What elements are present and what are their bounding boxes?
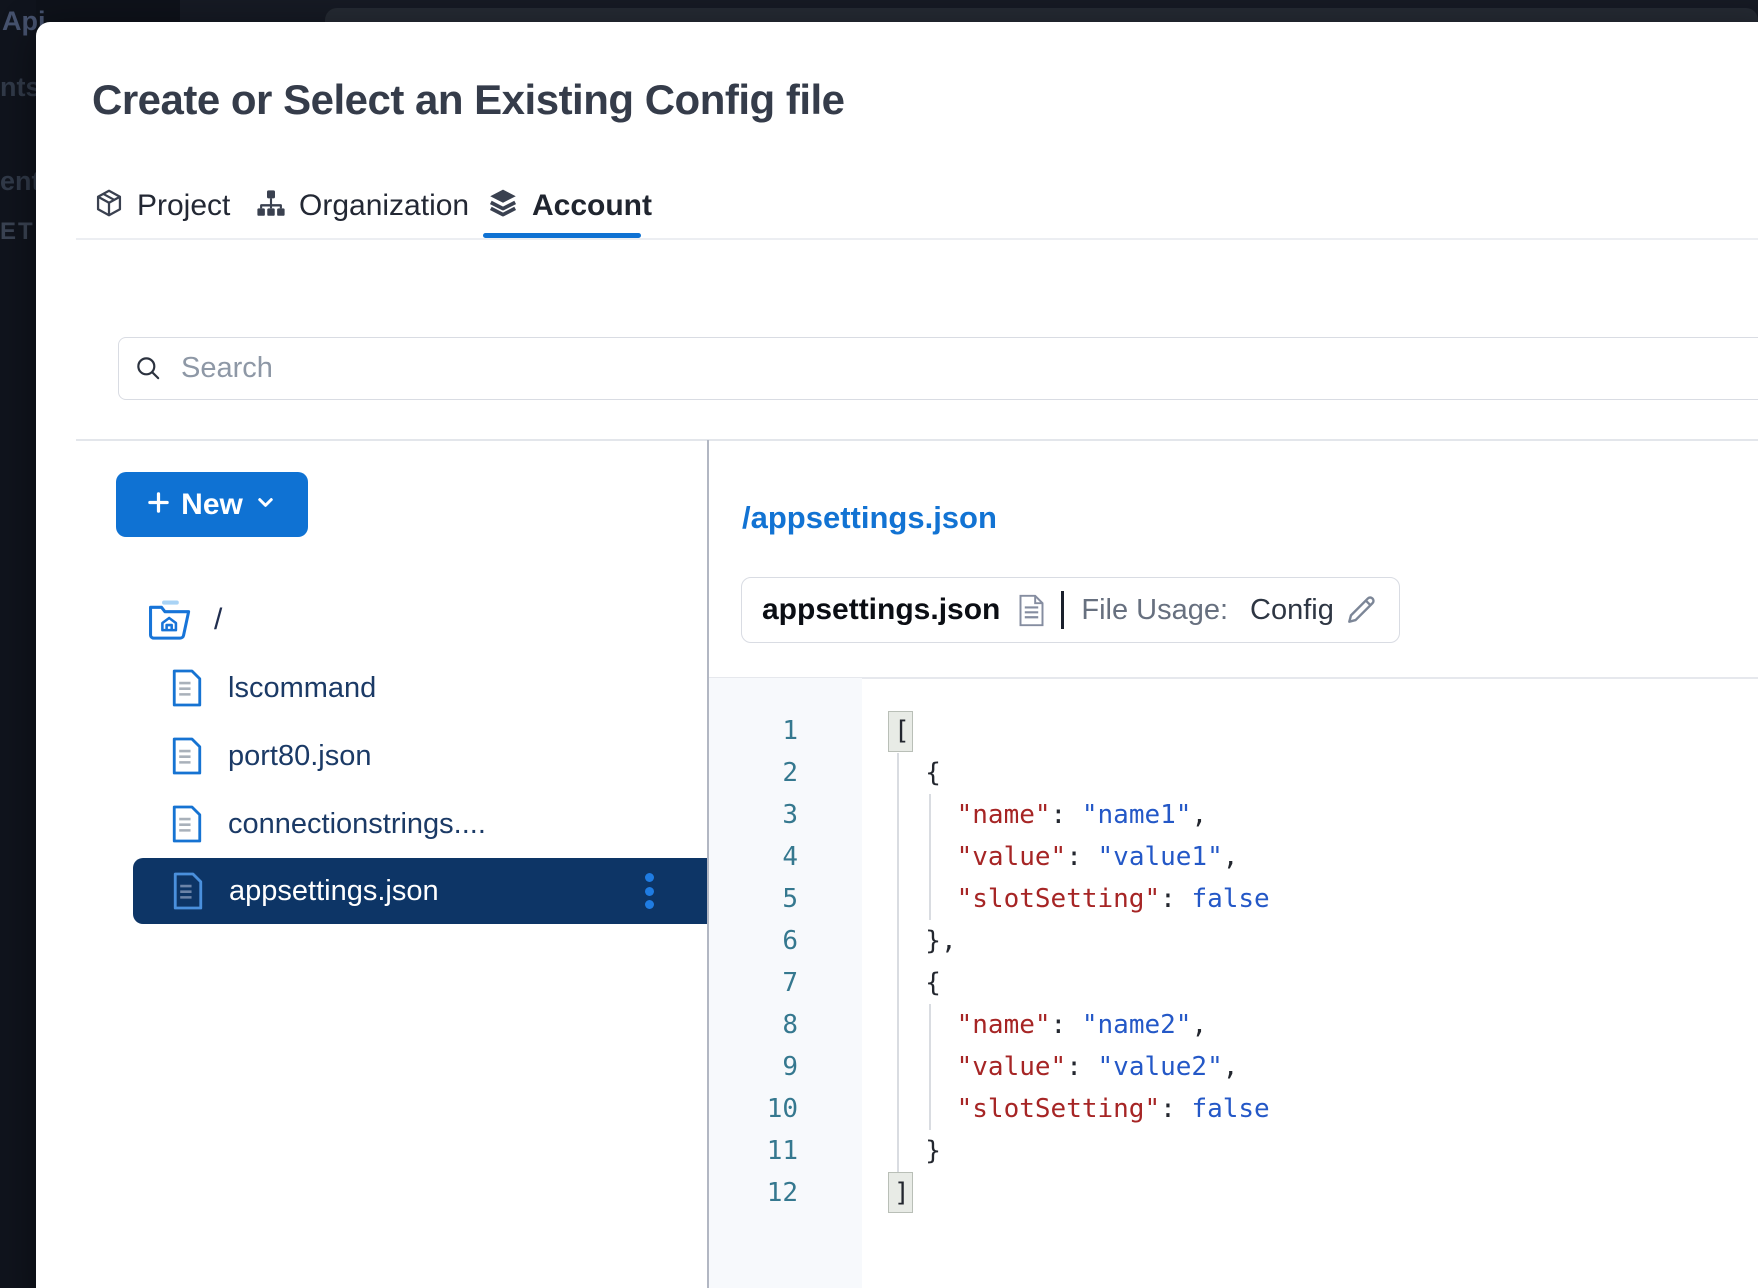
tree-file-port80-json[interactable]: port80.json <box>170 722 372 790</box>
open-folder-home-icon <box>148 600 192 640</box>
file-name: appsettings.json <box>762 593 1000 627</box>
line-number: 5 <box>709 878 798 920</box>
tab-project[interactable]: Project <box>93 183 230 228</box>
modal-title: Create or Select an Existing Config file <box>92 76 845 124</box>
search-icon <box>134 354 163 383</box>
code-line: "value": "value2", <box>894 1046 1270 1088</box>
plus-icon <box>147 491 170 519</box>
cube-icon <box>93 187 125 224</box>
editor-top-border <box>709 677 1758 679</box>
kebab-menu-icon[interactable] <box>639 858 659 924</box>
tree-root-label: / <box>214 603 222 637</box>
chevron-down-icon <box>254 491 277 519</box>
line-number: 11 <box>709 1130 798 1172</box>
file-icon <box>170 804 204 844</box>
active-tab-underline <box>483 233 641 238</box>
code-line: } <box>894 1130 1270 1172</box>
file-usage-value: Config <box>1250 594 1334 627</box>
code-line: "slotSetting": false <box>894 878 1270 920</box>
tab-project-label: Project <box>137 189 230 223</box>
layers-icon <box>486 186 520 225</box>
line-number: 4 <box>709 836 798 878</box>
edit-pencil-icon[interactable] <box>1343 592 1379 628</box>
screen: Api nts ents ET Create or Select an Exis… <box>0 0 1758 1288</box>
sidebar-fragment: nts <box>0 72 41 103</box>
code-line: { <box>894 752 1270 794</box>
line-number: 12 <box>709 1172 798 1214</box>
tab-organization-label: Organization <box>299 189 469 223</box>
tree-file-appsettings-json-selected[interactable]: appsettings.json <box>133 858 707 924</box>
file-icon <box>170 736 204 776</box>
code-line: "value": "value1", <box>894 836 1270 878</box>
tree-file-label: connectionstrings.... <box>228 808 486 841</box>
tree-file-label: appsettings.json <box>229 875 439 908</box>
tree-file-connectionstrings-[interactable]: connectionstrings.... <box>170 790 486 858</box>
new-button-label: New <box>181 488 243 522</box>
code-line: [ <box>894 710 1270 752</box>
content-divider <box>76 439 1758 441</box>
tab-account[interactable]: Account <box>486 183 652 228</box>
line-number: 8 <box>709 1004 798 1046</box>
separator <box>1061 591 1064 629</box>
document-icon <box>1018 594 1045 627</box>
code-line: "name": "name1", <box>894 794 1270 836</box>
tab-account-label: Account <box>532 189 652 223</box>
tab-organization[interactable]: Organization <box>255 183 469 228</box>
line-number: 1 <box>709 710 798 752</box>
file-icon <box>171 871 205 911</box>
tabs-divider <box>76 238 1758 240</box>
tree-file-lscommand[interactable]: lscommand <box>170 654 376 722</box>
line-number: 6 <box>709 920 798 962</box>
line-number: 7 <box>709 962 798 1004</box>
search-input[interactable] <box>179 351 1758 386</box>
line-number: 2 <box>709 752 798 794</box>
tree-root-folder[interactable]: / <box>148 586 222 654</box>
file-usage-label: File Usage: <box>1081 594 1228 627</box>
new-button[interactable]: New <box>116 472 308 537</box>
file-icon <box>170 668 204 708</box>
tree-file-label: port80.json <box>228 740 372 773</box>
tree-file-label: lscommand <box>228 672 376 705</box>
code-line: ] <box>894 1172 1270 1214</box>
search-box <box>118 337 1758 400</box>
file-info-bar: appsettings.json File Usage: Config <box>741 577 1400 643</box>
code-content[interactable]: [ { "name": "name1", "value": "value1", … <box>894 710 1270 1214</box>
sidebar-fragment: ET <box>0 218 35 246</box>
line-number: 9 <box>709 1046 798 1088</box>
line-number: 10 <box>709 1088 798 1130</box>
file-path-link[interactable]: /appsettings.json <box>742 500 997 536</box>
code-line: "slotSetting": false <box>894 1088 1270 1130</box>
org-chart-icon <box>255 187 287 224</box>
line-numbers: 123456789101112 <box>709 710 798 1214</box>
line-number: 3 <box>709 794 798 836</box>
code-line: }, <box>894 920 1270 962</box>
code-line: "name": "name2", <box>894 1004 1270 1046</box>
code-line: { <box>894 962 1270 1004</box>
